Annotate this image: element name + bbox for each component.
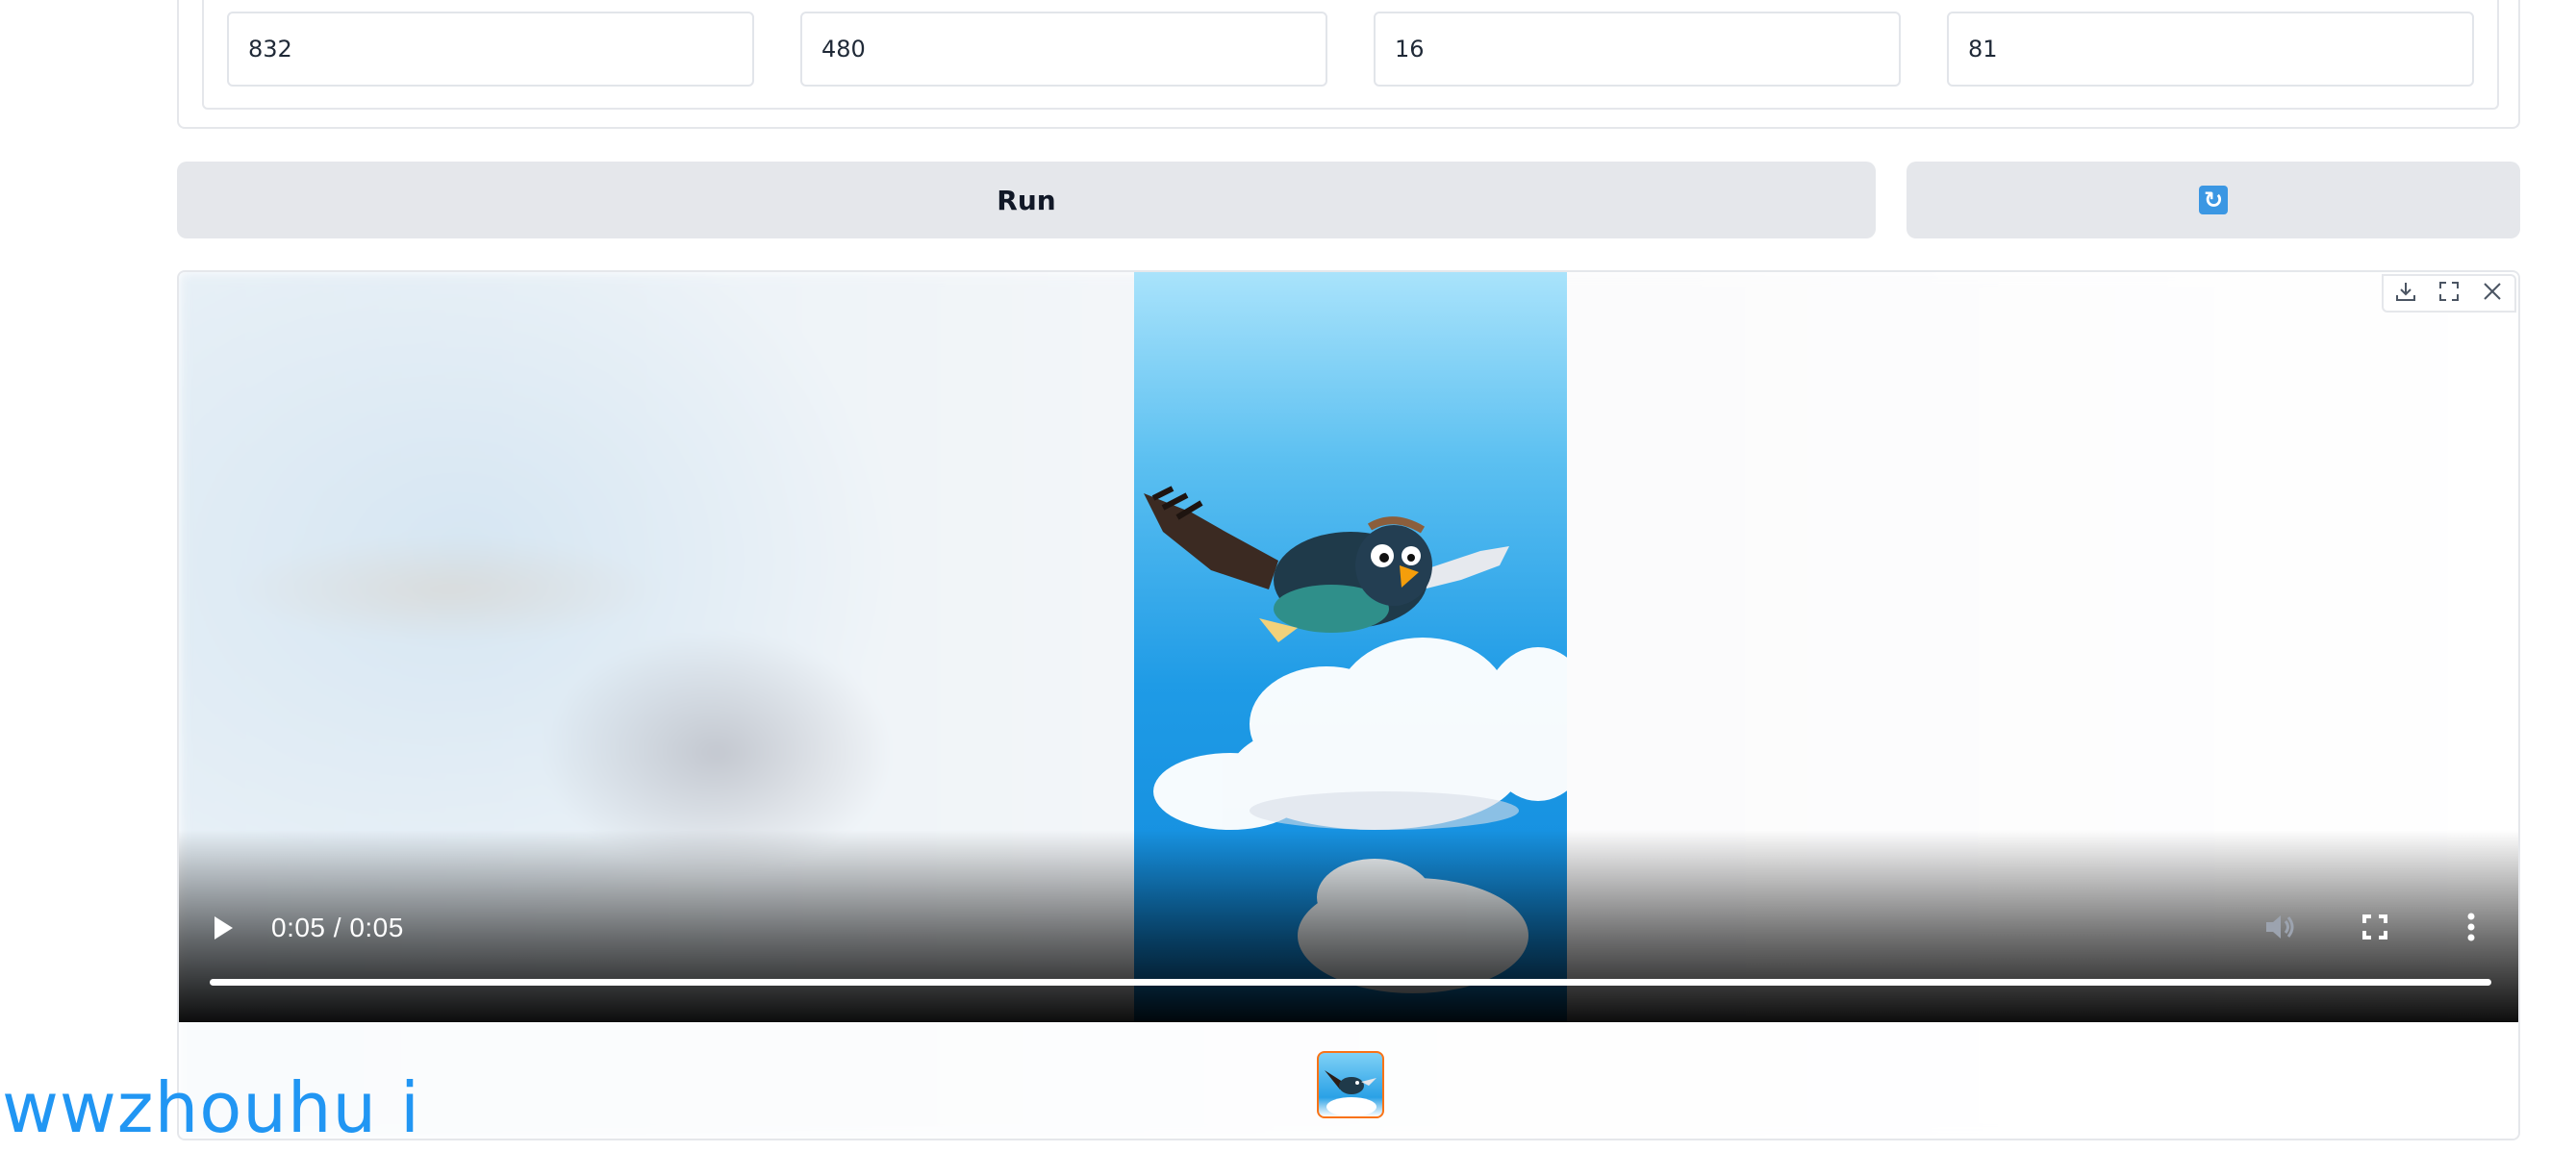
height-input[interactable] [800, 12, 1327, 87]
video-output-panel: 0:05 / 0:05 [177, 270, 2520, 1140]
download-icon[interactable] [2394, 280, 2417, 307]
run-button[interactable]: Run [177, 162, 1876, 238]
settings-panel [177, 0, 2520, 129]
watermark-text: wwzhouhu i [2, 1067, 421, 1148]
video-time-display: 0:05 / 0:05 [271, 913, 404, 942]
video-controls-overlay [179, 830, 2518, 1022]
video-progress-bar[interactable] [210, 979, 2491, 986]
run-button-label: Run [997, 184, 1056, 216]
expand-icon[interactable] [2437, 280, 2461, 307]
refresh-button[interactable]: ↻ [1907, 162, 2520, 238]
fullscreen-icon[interactable] [2362, 914, 2387, 943]
media-actions-toolbar [2382, 274, 2516, 313]
frames-input[interactable] [1947, 12, 2474, 87]
play-icon[interactable] [212, 914, 235, 945]
fps-input[interactable] [1374, 12, 1901, 87]
refresh-icon: ↻ [2199, 186, 2228, 214]
width-input[interactable] [227, 12, 754, 87]
more-options-icon[interactable] [2466, 913, 2476, 945]
video-thumbnail[interactable] [1317, 1051, 1384, 1118]
close-icon[interactable] [2481, 280, 2504, 307]
bird-thumbnail-image [1325, 1070, 1376, 1116]
dimension-inputs-row [202, 0, 2499, 110]
mute-icon[interactable] [2264, 913, 2297, 945]
